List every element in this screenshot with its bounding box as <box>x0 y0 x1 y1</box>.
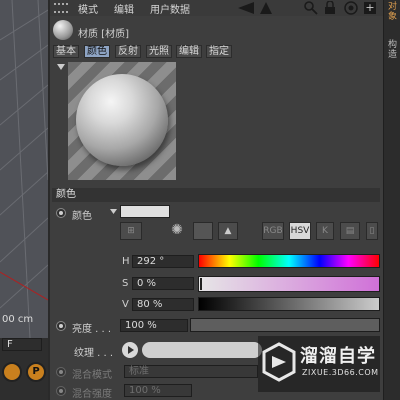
target-icon[interactable] <box>344 1 358 15</box>
h-field[interactable]: 292 ° <box>132 255 194 268</box>
watermark-url: ZIXUE.3D66.COM <box>302 368 379 377</box>
loop-icon[interactable] <box>2 362 22 382</box>
unit-readout: 00 cm <box>2 314 34 325</box>
brightness-radio[interactable] <box>56 321 66 331</box>
p-icon[interactable]: P <box>26 362 46 382</box>
brightness-label: 亮度 . . . <box>72 324 112 335</box>
menu-user-data[interactable]: 用户数据 <box>150 1 190 16</box>
watermark-name: 溜溜自学 <box>300 346 376 367</box>
blend-mode-radio[interactable] <box>56 367 66 377</box>
blend-mode-label: 混合模式 <box>72 370 112 381</box>
cursor-arrow-icon[interactable] <box>260 2 272 14</box>
blend-strength-radio[interactable] <box>56 386 66 396</box>
grip-icon <box>54 3 68 13</box>
section-header: 颜色 <box>52 188 380 202</box>
viewport-grid <box>0 0 48 338</box>
s-slider[interactable] <box>198 276 380 292</box>
tab-editor[interactable]: 编辑 <box>176 45 202 58</box>
h-slider[interactable] <box>198 254 380 268</box>
blend-strength-label: 混合强度 <box>72 389 112 400</box>
brightness-slider[interactable] <box>190 318 380 332</box>
search-icon[interactable] <box>304 1 318 15</box>
new-panel-icon[interactable]: + <box>364 2 376 14</box>
image-picker-icon[interactable]: ▲ <box>218 222 238 240</box>
blend-strength-field[interactable]: 100 % <box>124 384 192 397</box>
color-label: 颜色 <box>72 211 92 222</box>
more-icon[interactable]: ▯ <box>366 222 378 240</box>
right-tab-strip: 对象 构造 <box>383 0 400 400</box>
blend-mode-select[interactable]: 标准 <box>124 365 258 378</box>
texture-slot[interactable] <box>142 342 262 358</box>
lock-icon[interactable] <box>324 1 336 15</box>
color-radio[interactable] <box>56 208 66 218</box>
color-dropdown-arrow-icon[interactable] <box>110 209 117 214</box>
material-preview <box>68 62 176 180</box>
viewport-bottom-bar: F P <box>0 338 48 400</box>
watermark: 溜溜自学 ZIXUE.3D66.COM <box>258 336 380 392</box>
tab-assign[interactable]: 指定 <box>206 45 232 58</box>
frame-field[interactable]: F <box>2 338 42 351</box>
v-label: V <box>122 299 129 310</box>
viewport[interactable]: 00 cm <box>0 0 48 338</box>
tab-illumination[interactable]: 光照 <box>146 45 172 58</box>
material-title: 材质 [材质] <box>78 29 129 40</box>
hsv-button[interactable]: HSV <box>289 222 311 240</box>
menu-edit[interactable]: 编辑 <box>114 1 134 16</box>
kelvin-button[interactable]: K <box>316 222 334 240</box>
spectrum-icon[interactable]: ✺ <box>166 222 188 240</box>
menu-mode[interactable]: 模式 <box>78 1 98 16</box>
v-field[interactable]: 80 % <box>132 298 194 311</box>
h-label: H <box>122 256 130 267</box>
color-swatch[interactable] <box>120 205 170 218</box>
tab-basic[interactable]: 基本 <box>53 45 79 58</box>
s-label: S <box>122 278 129 289</box>
preview-sphere <box>76 74 168 166</box>
watermark-logo-icon <box>262 342 296 382</box>
preview-menu-arrow-icon[interactable] <box>57 64 65 70</box>
texture-play-icon[interactable] <box>122 342 138 358</box>
tab-color[interactable]: 颜色 <box>84 45 110 58</box>
material-ball-icon <box>53 20 73 40</box>
color-wheel-icon[interactable]: ⊞ <box>120 222 142 240</box>
s-field[interactable]: 0 % <box>132 277 194 290</box>
brightness-field[interactable]: 100 % <box>120 319 188 332</box>
texture-label: 纹理 . . . <box>74 348 114 359</box>
swatch-picker-icon[interactable] <box>193 222 213 240</box>
s-slider-handle[interactable] <box>200 278 202 290</box>
v-slider[interactable] <box>198 297 380 311</box>
back-arrow-icon[interactable] <box>238 2 254 14</box>
tab-reflection[interactable]: 反射 <box>115 45 141 58</box>
rgb-button[interactable]: RGB <box>262 222 284 240</box>
tab-construct[interactable]: 构造 <box>386 40 399 70</box>
mixer-icon[interactable]: ▤ <box>340 222 360 240</box>
tab-objects[interactable]: 对象 <box>386 2 399 32</box>
menu-bar: 模式 编辑 用户数据 + <box>50 0 383 16</box>
